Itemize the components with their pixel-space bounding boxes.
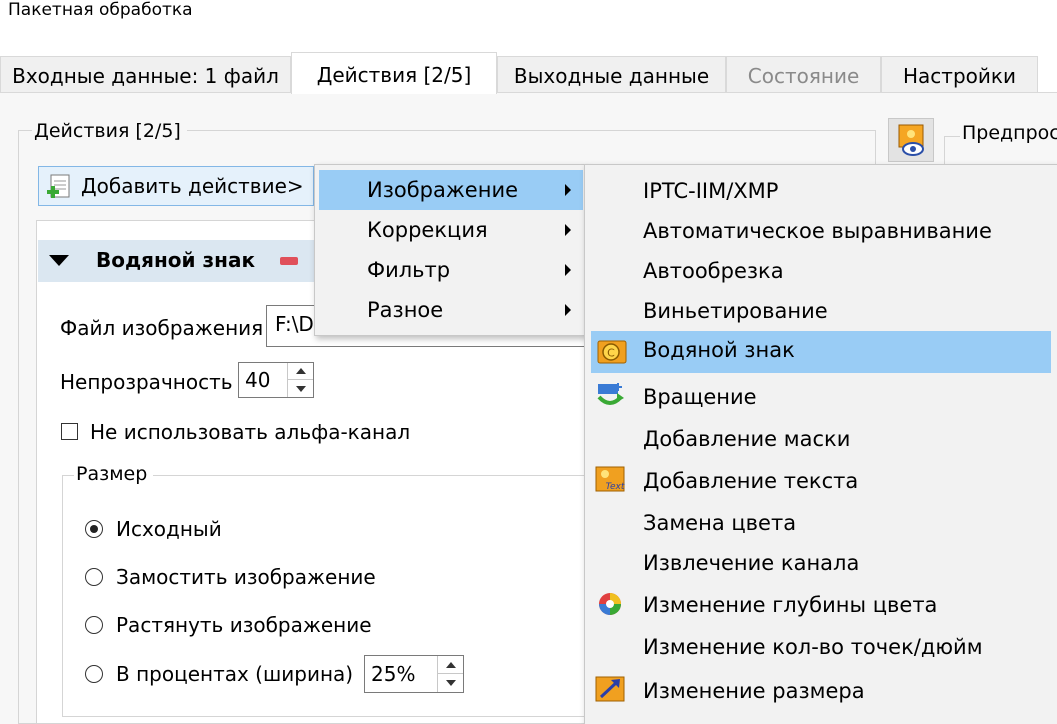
size-group-title: Размер: [74, 463, 154, 485]
watermark-panel-header[interactable]: Водяной знак: [38, 240, 328, 282]
rotate-icon: [597, 383, 624, 405]
size-percent-label: В процентах (ширина): [116, 662, 354, 686]
submenu-arrow-icon: [565, 304, 571, 316]
submenu-item-extract-channel[interactable]: Извлечение канала: [589, 543, 1051, 583]
image-file-value: F:\D: [275, 312, 314, 336]
image-submenu: IPTC-IIM/XMP Автоматическое выравнивание…: [584, 164, 1057, 724]
size-stretch-radio[interactable]: [85, 616, 103, 634]
size-stretch-label: Растянуть изображение: [116, 613, 372, 637]
percent-stepper[interactable]: 25%: [364, 655, 464, 693]
no-alpha-checkbox[interactable]: [61, 423, 78, 440]
tab-input-data[interactable]: Входные данные: 1 файл: [0, 56, 291, 92]
menu-item-image[interactable]: Изображение: [319, 170, 583, 210]
tab-output-data[interactable]: Выходные данные: [497, 56, 726, 92]
submenu-item-iptc[interactable]: IPTC-IIM/XMP: [589, 173, 1051, 213]
tab-settings[interactable]: Настройки: [881, 56, 1038, 92]
tab-actions[interactable]: Действия [2/5]: [291, 52, 497, 94]
opacity-stepper[interactable]: 40: [238, 362, 314, 398]
no-alpha-label: Не использовать альфа-канал: [90, 420, 411, 444]
submenu-arrow-icon: [565, 224, 571, 236]
submenu-item-rotate[interactable]: Вращение: [589, 377, 1051, 417]
size-original-radio[interactable]: [85, 520, 103, 538]
percent-up-icon[interactable]: [438, 656, 463, 674]
submenu-arrow-icon: [565, 264, 571, 276]
menu-item-misc[interactable]: Разное: [319, 290, 583, 330]
submenu-item-change-dpi[interactable]: Изменение кол-во точек/дюйм: [589, 627, 1051, 667]
submenu-item-add-mask[interactable]: Добавление маски: [589, 419, 1051, 459]
menu-item-correction[interactable]: Коррекция: [319, 210, 583, 250]
size-percent-radio[interactable]: [85, 665, 103, 683]
submenu-item-vignette[interactable]: Виньетирование: [589, 293, 1051, 333]
submenu-item-replace-color[interactable]: Замена цвета: [589, 503, 1051, 543]
collapse-triangle-icon[interactable]: [49, 255, 69, 266]
svg-text:Text: Text: [606, 482, 625, 492]
watermark-panel-title: Водяной знак: [96, 248, 256, 272]
opacity-up-icon[interactable]: [288, 363, 313, 380]
add-action-label: Добавить действие>: [81, 174, 304, 198]
tab-status: Состояние: [726, 56, 881, 92]
opacity-value: 40: [245, 368, 271, 392]
resize-icon: [595, 676, 625, 702]
color-depth-icon: [599, 593, 621, 615]
preview-toggle-button[interactable]: [888, 118, 934, 162]
menu-item-filter[interactable]: Фильтр: [319, 250, 583, 290]
submenu-item-watermark[interactable]: C Водяной знак: [591, 331, 1051, 373]
preview-icon: [898, 124, 924, 156]
size-original-label: Исходный: [116, 517, 222, 541]
watermark-icon: C: [597, 340, 627, 364]
window-title: Пакетная обработка: [8, 0, 193, 20]
submenu-arrow-icon: [565, 184, 571, 196]
size-tile-radio[interactable]: [85, 568, 103, 586]
remove-action-icon[interactable]: [280, 257, 298, 265]
add-action-icon: [47, 174, 70, 198]
preview-group-title: Предпрос: [960, 122, 1057, 144]
add-action-menu: Изображение Коррекция Фильтр Разное: [314, 164, 586, 336]
size-tile-label: Замостить изображение: [116, 565, 376, 589]
percent-value: 25%: [371, 662, 416, 686]
submenu-item-add-text[interactable]: Text Добавление текста: [589, 461, 1051, 501]
submenu-item-auto-align[interactable]: Автоматическое выравнивание: [589, 213, 1051, 253]
submenu-item-autocrop[interactable]: Автообрезка: [589, 253, 1051, 293]
svg-text:C: C: [607, 347, 615, 360]
percent-down-icon[interactable]: [438, 674, 463, 692]
actions-group-title: Действия [2/5]: [32, 120, 187, 142]
opacity-label: Непрозрачность: [60, 370, 233, 394]
submenu-item-color-depth[interactable]: Изменение глубины цвета: [589, 585, 1051, 625]
opacity-down-icon[interactable]: [288, 380, 313, 397]
submenu-item-resize[interactable]: Изменение размера: [589, 671, 1051, 711]
image-file-label: Файл изображения: [60, 316, 264, 340]
add-action-button[interactable]: Добавить действие>: [38, 166, 314, 206]
add-text-icon: Text: [595, 466, 625, 492]
